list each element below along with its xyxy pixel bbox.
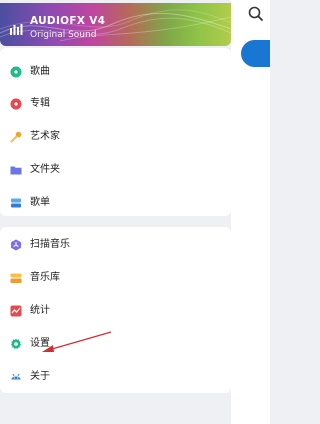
app-subtitle: Original Sound	[30, 30, 97, 40]
library-icon	[10, 273, 22, 283]
menu-item-folders[interactable]: 文件夹	[0, 154, 231, 186]
menu-item-about[interactable]: 关于	[0, 361, 231, 393]
menu-item-label: 文件夹	[30, 164, 60, 175]
stats-icon	[10, 305, 22, 317]
microphone-icon	[10, 131, 22, 143]
equalizer-logo-icon	[10, 24, 23, 35]
album-disc-icon	[10, 98, 22, 110]
android-icon	[11, 373, 21, 380]
search-icon[interactable]	[246, 4, 266, 24]
folder-icon	[10, 166, 22, 175]
primary-menu-card: 歌曲 专辑 艺术家 文件夹 歌单	[0, 48, 231, 216]
menu-item-label: 设置	[30, 338, 50, 349]
song-disc-icon	[10, 66, 22, 78]
menu-item-statistics[interactable]: 统计	[0, 295, 231, 327]
playlist-icon	[11, 198, 21, 208]
gear-icon	[10, 338, 22, 350]
menu-item-label: 音乐库	[30, 272, 60, 283]
menu-item-label: 统计	[30, 305, 50, 316]
drawer-header: AUDIOFX V4 Original Sound	[0, 3, 231, 46]
navigation-drawer: AUDIOFX V4 Original Sound 歌曲 专辑 艺术家 文件夹 …	[0, 0, 231, 424]
menu-item-playlists[interactable]: 歌单	[0, 187, 231, 219]
menu-item-artists[interactable]: 艺术家	[0, 121, 231, 153]
secondary-menu-card: 扫描音乐 音乐库 统计 设置 关于	[0, 227, 231, 393]
menu-item-music-library[interactable]: 音乐库	[0, 262, 231, 294]
menu-item-label: 专辑	[30, 98, 50, 109]
menu-item-label: 扫描音乐	[30, 239, 70, 250]
menu-item-label: 艺术家	[30, 131, 60, 142]
menu-item-settings[interactable]: 设置	[0, 328, 231, 360]
floating-action-button[interactable]	[241, 40, 270, 67]
menu-item-albums[interactable]: 专辑	[0, 88, 231, 120]
menu-item-label: 关于	[30, 371, 50, 382]
menu-item-label: 歌单	[30, 197, 50, 208]
scan-icon	[11, 239, 21, 251]
menu-item-label: 歌曲	[30, 66, 50, 77]
app-title: AUDIOFX V4	[30, 15, 106, 27]
menu-item-songs[interactable]: 歌曲	[0, 56, 231, 88]
menu-item-scan-music[interactable]: 扫描音乐	[0, 229, 231, 261]
